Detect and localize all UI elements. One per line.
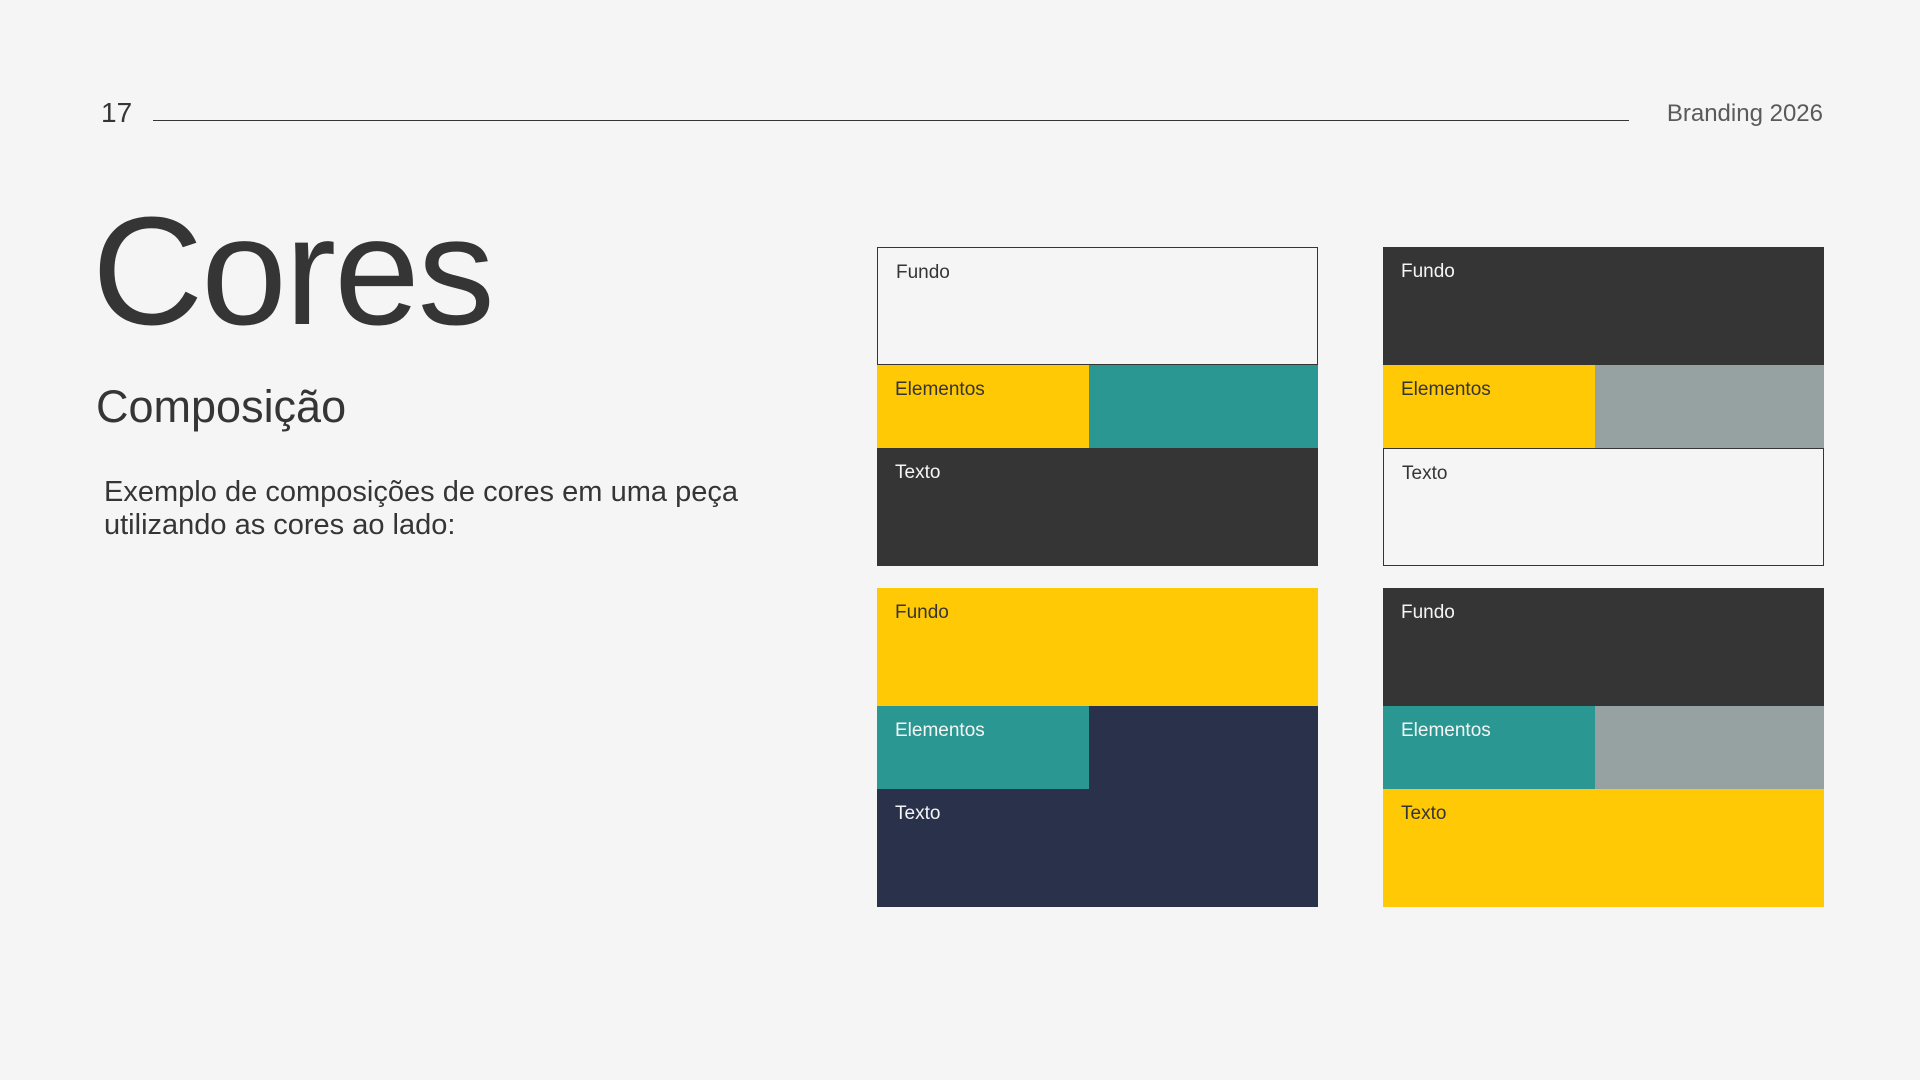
elementos-band: Elementos bbox=[1383, 706, 1824, 789]
header-label: Branding 2026 bbox=[1666, 100, 1823, 127]
page-description: Exemplo de composições de cores em uma p… bbox=[104, 476, 738, 541]
header-divider bbox=[153, 120, 1629, 121]
elementos-band: Elementos bbox=[1383, 365, 1824, 448]
texto-label: Texto bbox=[895, 803, 941, 824]
fundo-band: Fundo bbox=[1383, 588, 1824, 706]
texto-label: Texto bbox=[895, 462, 941, 483]
elementos-swatch-primary bbox=[1383, 706, 1595, 789]
fundo-band: Fundo bbox=[877, 247, 1318, 365]
composition-card: Fundo Elementos Texto bbox=[877, 588, 1318, 907]
elementos-label: Elementos bbox=[895, 720, 985, 741]
elementos-swatch-secondary bbox=[1595, 365, 1824, 448]
fundo-band: Fundo bbox=[877, 588, 1318, 706]
elementos-swatch-primary bbox=[1383, 365, 1595, 448]
fundo-band: Fundo bbox=[1383, 247, 1824, 365]
texto-label: Texto bbox=[1402, 463, 1448, 484]
fundo-label: Fundo bbox=[1401, 261, 1455, 282]
texto-band: Texto bbox=[877, 789, 1318, 907]
fundo-label: Fundo bbox=[896, 262, 950, 283]
texto-band: Texto bbox=[1383, 448, 1824, 566]
texto-label: Texto bbox=[1401, 803, 1447, 824]
texto-band: Texto bbox=[877, 448, 1318, 566]
elementos-band: Elementos bbox=[877, 706, 1318, 789]
composition-card: Fundo Elementos Texto bbox=[877, 247, 1318, 566]
elementos-swatch-secondary bbox=[1595, 706, 1824, 789]
elementos-swatch-primary bbox=[877, 365, 1089, 448]
elementos-label: Elementos bbox=[895, 379, 985, 400]
texto-band: Texto bbox=[1383, 789, 1824, 907]
page-subtitle: Composição bbox=[96, 381, 347, 432]
fundo-label: Fundo bbox=[1401, 602, 1455, 623]
elementos-label: Elementos bbox=[1401, 720, 1491, 741]
page-number: 17 bbox=[101, 97, 133, 128]
page-title: Cores bbox=[92, 185, 495, 357]
elementos-band: Elementos bbox=[877, 365, 1318, 448]
elementos-label: Elementos bbox=[1401, 379, 1491, 400]
composition-card: Fundo Elementos Texto bbox=[1383, 247, 1824, 566]
elementos-swatch-secondary bbox=[1089, 706, 1318, 789]
elementos-swatch-primary bbox=[877, 706, 1089, 789]
elementos-swatch-secondary bbox=[1089, 365, 1318, 448]
fundo-label: Fundo bbox=[895, 602, 949, 623]
composition-card: Fundo Elementos Texto bbox=[1383, 588, 1824, 907]
